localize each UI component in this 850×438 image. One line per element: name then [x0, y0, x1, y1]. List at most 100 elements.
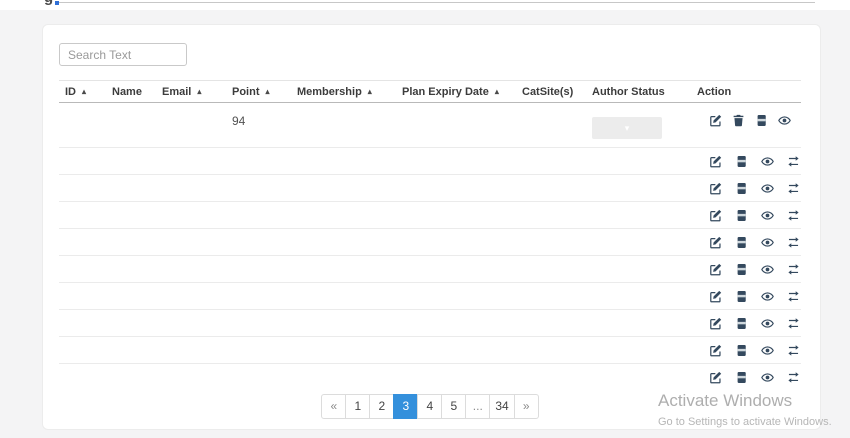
swap-icon[interactable]	[787, 209, 800, 222]
column-header-plan-expiry[interactable]: Plan Expiry Date▴	[396, 81, 516, 103]
edit-icon[interactable]	[709, 371, 722, 384]
cell-point	[226, 310, 291, 337]
pagination-ellipsis: ...	[465, 394, 490, 419]
cell-membership	[291, 229, 396, 256]
pagination-page-3-active[interactable]: 3	[393, 394, 418, 419]
cell-plan-expiry	[396, 175, 516, 202]
eye-icon[interactable]	[761, 209, 774, 222]
cell-membership	[291, 256, 396, 283]
address-book-icon[interactable]	[735, 263, 748, 276]
column-header-catsites: CatSite(s)	[516, 81, 586, 103]
cell-author-status: ▾	[586, 103, 691, 148]
cell-point	[226, 256, 291, 283]
cell-action	[691, 202, 801, 229]
cell-plan-expiry	[396, 337, 516, 364]
cell-name	[106, 175, 156, 202]
cell-plan-expiry	[396, 283, 516, 310]
table-row	[59, 283, 801, 310]
address-book-icon[interactable]	[735, 209, 748, 222]
search-input[interactable]	[59, 43, 187, 66]
cell-action	[691, 175, 801, 202]
sort-caret-icon: ▴	[495, 87, 499, 96]
pagination-next[interactable]: »	[514, 394, 539, 419]
address-book-icon[interactable]	[735, 290, 748, 303]
cell-author-status	[586, 256, 691, 283]
author-status-dropdown[interactable]: ▾	[592, 117, 662, 139]
cell-point	[226, 337, 291, 364]
trash-icon[interactable]	[732, 114, 745, 127]
swap-icon[interactable]	[787, 155, 800, 168]
eye-icon[interactable]	[761, 371, 774, 384]
cell-name	[106, 202, 156, 229]
table-row: 94 ▾	[59, 103, 801, 148]
cell-catsites	[516, 175, 586, 202]
pagination-page-4[interactable]: 4	[417, 394, 442, 419]
cell-id	[59, 175, 106, 202]
cell-catsites	[516, 310, 586, 337]
pagination-page-34[interactable]: 34	[489, 394, 514, 419]
sort-caret-icon: ▴	[368, 87, 372, 96]
cell-action	[691, 310, 801, 337]
address-book-icon[interactable]	[735, 182, 748, 195]
address-book-icon[interactable]	[735, 371, 748, 384]
cell-point	[226, 148, 291, 175]
cell-point	[226, 229, 291, 256]
cell-plan-expiry	[396, 229, 516, 256]
swap-icon[interactable]	[787, 344, 800, 357]
cell-id	[59, 202, 106, 229]
table-header-row: ID▴ Name Email▴ Point▴ Membership▴ Plan …	[59, 81, 801, 103]
address-book-icon[interactable]	[735, 155, 748, 168]
eye-icon[interactable]	[761, 290, 774, 303]
cell-id	[59, 310, 106, 337]
pagination-page-2[interactable]: 2	[369, 394, 394, 419]
edit-icon[interactable]	[709, 290, 722, 303]
swap-icon[interactable]	[787, 236, 800, 249]
cell-id	[59, 256, 106, 283]
cell-name	[106, 337, 156, 364]
table-row	[59, 310, 801, 337]
cell-email	[156, 103, 226, 148]
address-book-icon[interactable]	[735, 344, 748, 357]
eye-icon[interactable]	[761, 182, 774, 195]
swap-icon[interactable]	[787, 182, 800, 195]
edit-icon[interactable]	[709, 344, 722, 357]
edit-icon[interactable]	[709, 209, 722, 222]
swap-icon[interactable]	[787, 263, 800, 276]
cell-id	[59, 103, 106, 148]
edit-icon[interactable]	[709, 263, 722, 276]
pagination-page-5[interactable]: 5	[441, 394, 466, 419]
swap-icon[interactable]	[787, 371, 800, 384]
column-header-membership[interactable]: Membership▴	[291, 81, 396, 103]
pagination-page-1[interactable]: 1	[345, 394, 370, 419]
cell-author-status	[586, 310, 691, 337]
address-book-icon[interactable]	[735, 317, 748, 330]
cell-point: 94	[226, 103, 291, 148]
pagination-prev[interactable]: «	[321, 394, 346, 419]
cell-action	[691, 148, 801, 175]
column-header-email[interactable]: Email▴	[156, 81, 226, 103]
eye-icon[interactable]	[761, 344, 774, 357]
edit-icon[interactable]	[709, 182, 722, 195]
column-header-point[interactable]: Point▴	[226, 81, 291, 103]
eye-icon[interactable]	[761, 236, 774, 249]
edit-icon[interactable]	[709, 236, 722, 249]
cell-action	[691, 364, 801, 391]
column-header-id[interactable]: ID▴	[59, 81, 106, 103]
edit-icon[interactable]	[709, 155, 722, 168]
swap-icon[interactable]	[787, 317, 800, 330]
edit-icon[interactable]	[709, 317, 722, 330]
eye-icon[interactable]	[761, 263, 774, 276]
sort-caret-icon: ▴	[266, 87, 270, 96]
cell-email	[156, 256, 226, 283]
edit-icon[interactable]	[709, 114, 722, 127]
address-book-icon[interactable]	[735, 236, 748, 249]
address-book-icon[interactable]	[755, 114, 768, 127]
cell-email	[156, 283, 226, 310]
eye-icon[interactable]	[761, 317, 774, 330]
cell-membership	[291, 202, 396, 229]
eye-icon[interactable]	[761, 155, 774, 168]
cutoff-heading-fragment: g	[44, 0, 53, 6]
eye-icon[interactable]	[778, 114, 791, 127]
cell-point	[226, 202, 291, 229]
swap-icon[interactable]	[787, 290, 800, 303]
